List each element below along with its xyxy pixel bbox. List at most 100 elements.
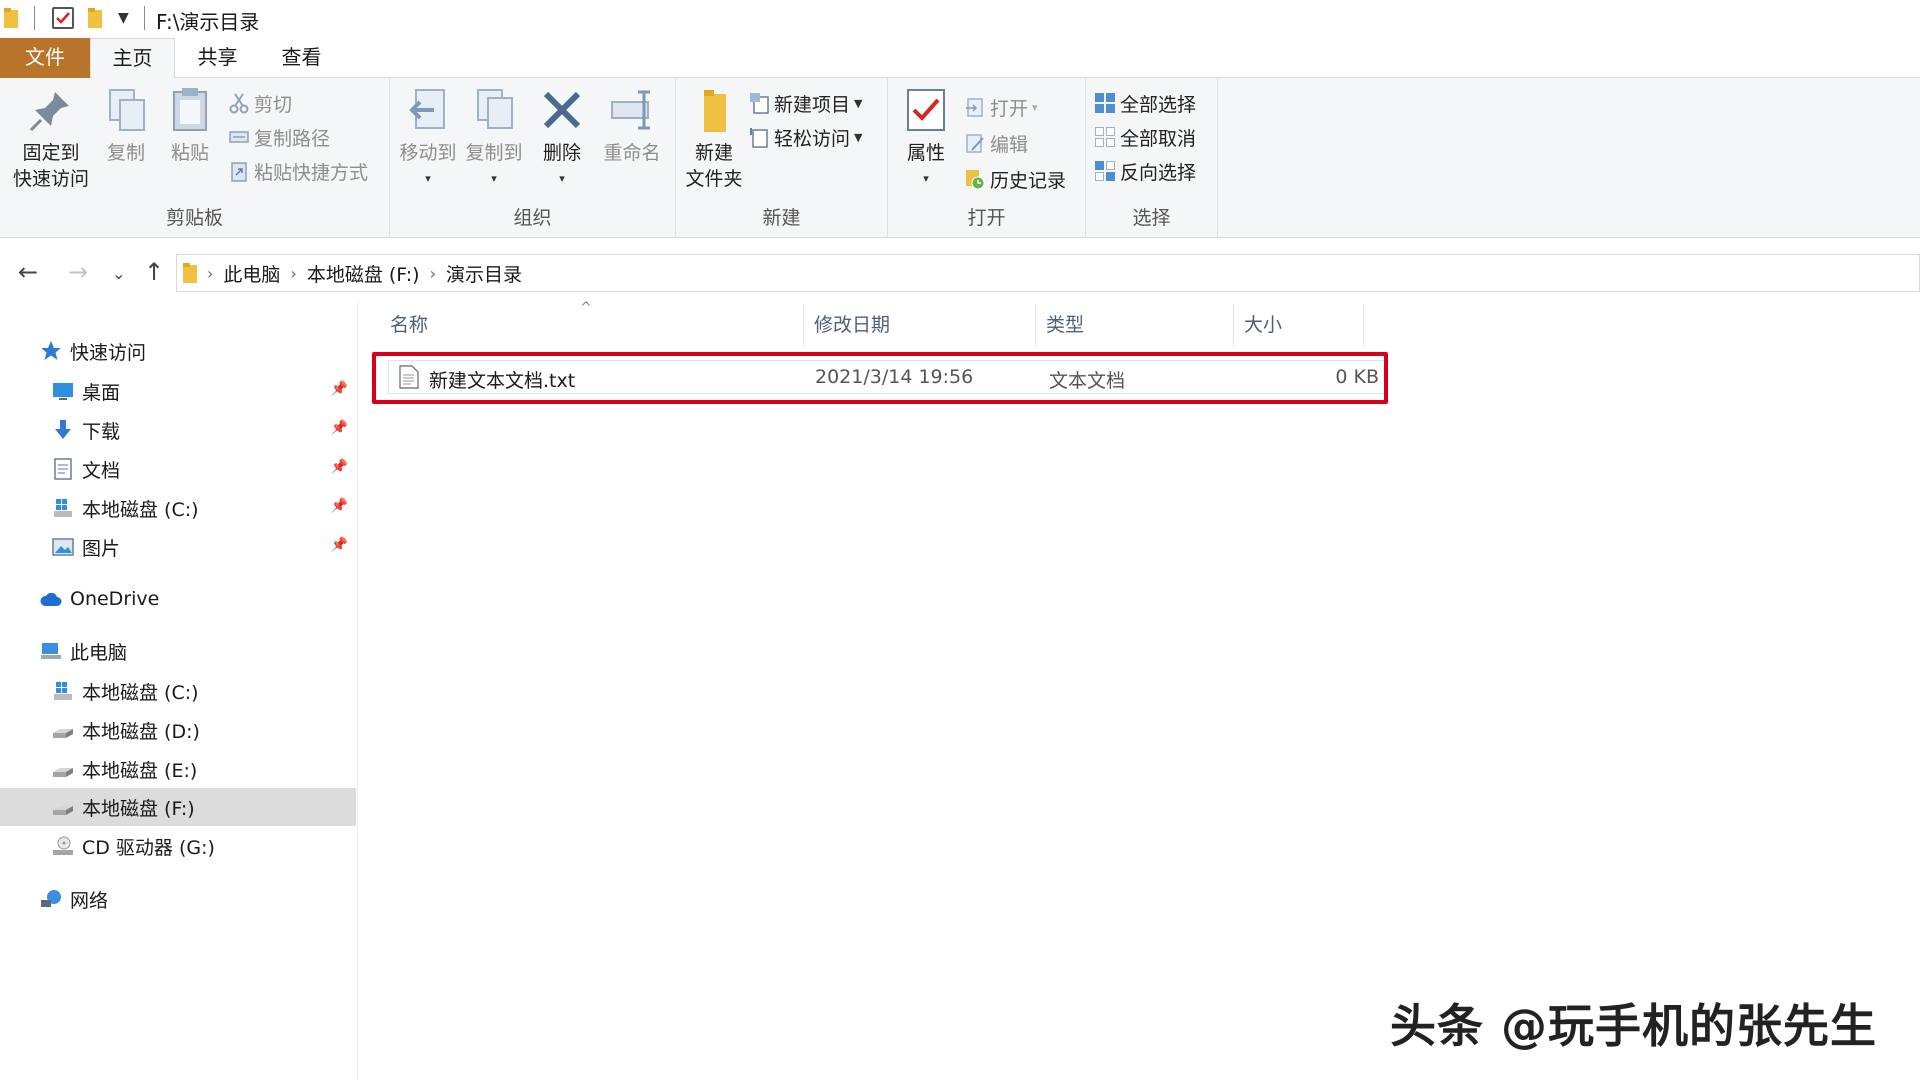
tab-share[interactable]: 共享 — [180, 38, 255, 78]
select-all-button[interactable]: 全部选择 — [1094, 88, 1196, 118]
nav-label: 桌面 — [82, 381, 121, 404]
column-header-date[interactable]: 修改日期 — [804, 304, 1036, 346]
paste-shortcut-icon — [228, 160, 250, 182]
ribbon-tabs: 文件 主页 共享 查看 — [0, 38, 1920, 79]
nav-label: 图片 — [82, 537, 121, 560]
copy-to-icon — [470, 86, 518, 134]
address-bar[interactable]: › 此电脑 › 本地磁盘 (F:) › 演示目录 — [176, 254, 1920, 292]
easy-access-icon — [748, 126, 770, 148]
nav-item-documents[interactable]: 文档 📌 — [0, 450, 356, 488]
nav-item-this-pc[interactable]: 此电脑 — [0, 632, 356, 670]
nav-item-drive-c[interactable]: 本地磁盘 (C:) — [0, 672, 356, 710]
easy-access-button[interactable]: 轻松访问 ▼ — [748, 122, 862, 152]
new-item-button[interactable]: 新建项目 ▼ — [748, 88, 862, 118]
select-all-icon — [1094, 92, 1116, 114]
breadcrumb-current-folder[interactable]: 演示目录 — [446, 260, 522, 287]
nav-item-drive-f[interactable]: 本地磁盘 (F:) — [0, 788, 356, 826]
clipboard-group-label: 剪贴板 — [165, 207, 223, 229]
breadcrumb-chevron-icon[interactable]: › — [207, 264, 213, 283]
nav-item-cd-drive-g[interactable]: CD 驱动器 (G:) — [0, 827, 356, 865]
edit-button[interactable]: 编辑 — [964, 128, 1028, 158]
nav-item-network[interactable]: 网络 — [0, 880, 356, 918]
nav-item-quick-access[interactable]: 快速访问 — [0, 332, 356, 370]
easy-access-caret: ▼ — [854, 130, 863, 144]
forward-arrow-icon[interactable]: → — [68, 258, 88, 286]
cut-label: 剪切 — [254, 93, 293, 116]
tab-home[interactable]: 主页 — [90, 38, 175, 79]
folder-icon — [183, 263, 197, 283]
paste-label: 粘贴 — [170, 142, 209, 164]
new-folder-button[interactable]: 新建 文件夹 — [682, 86, 746, 192]
navigation-pane: 快速访问 桌面 📌 下载 📌 文档 📌 本地磁盘 (C:) 📌 图片 📌 One… — [0, 300, 358, 1080]
history-button[interactable]: 历史记录 — [964, 164, 1066, 194]
copy-path-button[interactable]: 复制路径 — [228, 122, 330, 152]
pin-label-line2: 快速访问 — [12, 168, 89, 190]
nav-label: 快速访问 — [70, 341, 147, 364]
properties-icon — [902, 86, 950, 134]
watermark: 头条 @玩手机的张先生 — [1390, 999, 1878, 1053]
open-button[interactable]: 打开 ▾ — [964, 92, 1038, 122]
paste-shortcut-button[interactable]: 粘贴快捷方式 — [228, 156, 368, 186]
breadcrumb-drive-f[interactable]: 本地磁盘 (F:) — [307, 260, 420, 287]
move-to-button[interactable]: 移动到 ▾ — [396, 86, 460, 192]
highlight-box — [372, 352, 1388, 404]
pin-icon[interactable]: 📌 — [331, 537, 348, 553]
clipboard-group: 固定到 快速访问 复制 粘贴 剪切 复制路径 粘贴快捷方式 剪贴板 — [0, 78, 390, 238]
tab-view[interactable]: 查看 — [264, 38, 339, 78]
breadcrumb-chevron-icon[interactable]: › — [430, 264, 436, 283]
invert-selection-button[interactable]: 反向选择 — [1094, 156, 1196, 186]
nav-item-quick-drive-c[interactable]: 本地磁盘 (C:) 📌 — [0, 489, 356, 527]
recent-locations-chevron-icon[interactable]: ⌄ — [112, 264, 125, 283]
nav-item-onedrive[interactable]: OneDrive — [0, 580, 356, 618]
select-none-button[interactable]: 全部取消 — [1094, 122, 1196, 152]
copy-to-button[interactable]: 复制到 ▾ — [462, 86, 526, 192]
pin-icon[interactable]: 📌 — [331, 498, 348, 514]
folder-icon — [4, 8, 18, 28]
computer-icon — [40, 640, 62, 662]
nav-item-drive-e[interactable]: 本地磁盘 (E:) — [0, 750, 356, 788]
select-group: 全部选择 全部取消 反向选择 选择 — [1086, 78, 1218, 238]
windows-drive-icon — [52, 497, 74, 519]
rename-button[interactable]: 重命名 — [594, 86, 670, 166]
edit-label: 编辑 — [990, 133, 1029, 156]
copy-button[interactable]: 复制 — [96, 86, 156, 166]
pin-icon[interactable]: 📌 — [331, 420, 348, 436]
ribbon: 固定到 快速访问 复制 粘贴 剪切 复制路径 粘贴快捷方式 剪贴板 移动到 ▾ … — [0, 78, 1920, 238]
open-icon — [964, 96, 986, 118]
pin-quick-access-button[interactable]: 固定到 快速访问 — [8, 86, 94, 192]
delete-button[interactable]: 删除 ▾ — [536, 86, 588, 192]
customize-toolbar-dropdown[interactable]: ▼ — [118, 10, 129, 26]
breadcrumb-chevron-icon[interactable]: › — [290, 264, 296, 283]
star-icon — [40, 340, 62, 362]
up-arrow-icon[interactable]: ↑ — [144, 258, 164, 286]
cut-button[interactable]: 剪切 — [228, 88, 292, 118]
nav-item-desktop[interactable]: 桌面 📌 — [0, 372, 356, 410]
paste-button[interactable]: 粘贴 — [160, 86, 220, 166]
pin-icon[interactable]: 📌 — [331, 381, 348, 397]
nav-label: 本地磁盘 (C:) — [82, 681, 199, 704]
nav-item-drive-d[interactable]: 本地磁盘 (D:) — [0, 711, 356, 749]
column-header-size[interactable]: 大小 — [1234, 304, 1364, 346]
pin-icon[interactable]: 📌 — [331, 459, 348, 475]
scissors-icon — [228, 92, 250, 114]
nav-label: 本地磁盘 (C:) — [82, 498, 199, 521]
new-folder-quick-icon[interactable] — [88, 8, 102, 28]
back-arrow-icon[interactable]: ← — [18, 258, 38, 286]
separator — [144, 6, 145, 30]
column-header-type[interactable]: 类型 — [1036, 304, 1234, 346]
history-label: 历史记录 — [990, 169, 1067, 192]
nav-item-pictures[interactable]: 图片 📌 — [0, 528, 356, 566]
breadcrumb-this-pc[interactable]: 此电脑 — [223, 260, 280, 287]
title-bar: ▼ F:\演示目录 — [0, 0, 1920, 36]
windows-drive-icon — [52, 680, 74, 702]
delete-label: 删除 — [542, 142, 581, 164]
nav-item-downloads[interactable]: 下载 📌 — [0, 411, 356, 449]
open-group-label: 打开 — [967, 207, 1006, 229]
properties-label: 属性 — [906, 142, 945, 164]
properties-button[interactable]: 属性 ▾ — [894, 86, 958, 192]
column-header-name[interactable]: 名称 — [360, 304, 804, 346]
rename-label: 重命名 — [603, 142, 661, 164]
properties-quick-icon[interactable] — [52, 7, 74, 29]
tab-file[interactable]: 文件 — [0, 38, 90, 78]
easy-access-label: 轻松访问 — [774, 127, 851, 150]
